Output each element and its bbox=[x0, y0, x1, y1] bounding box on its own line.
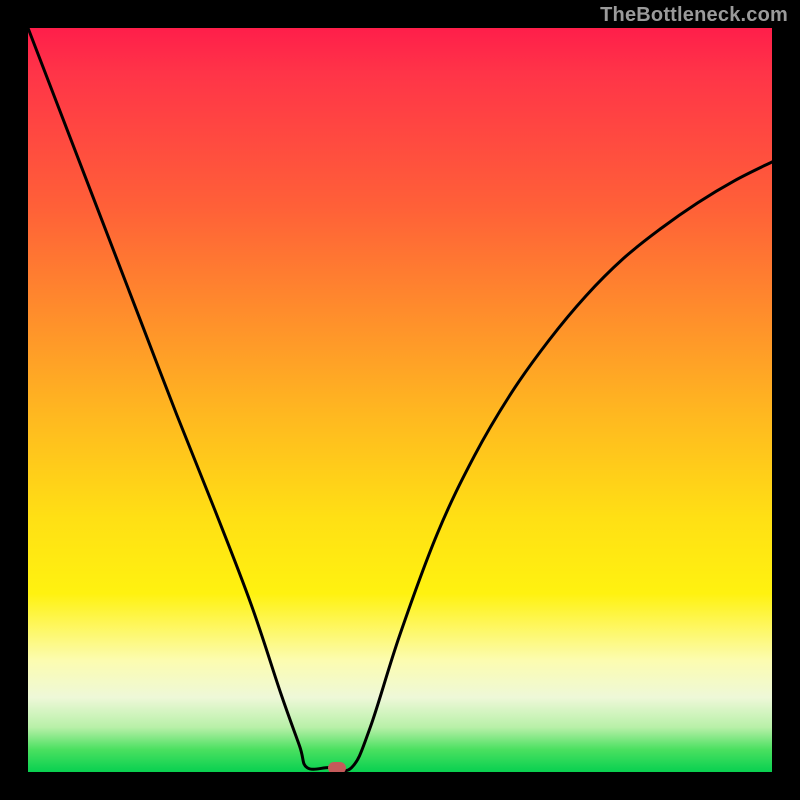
minimum-marker bbox=[328, 762, 346, 772]
curve-svg bbox=[28, 28, 772, 772]
plot-area bbox=[28, 28, 772, 772]
bottleneck-curve bbox=[28, 28, 772, 771]
watermark-text: TheBottleneck.com bbox=[600, 4, 788, 27]
chart-frame: TheBottleneck.com bbox=[0, 0, 800, 800]
